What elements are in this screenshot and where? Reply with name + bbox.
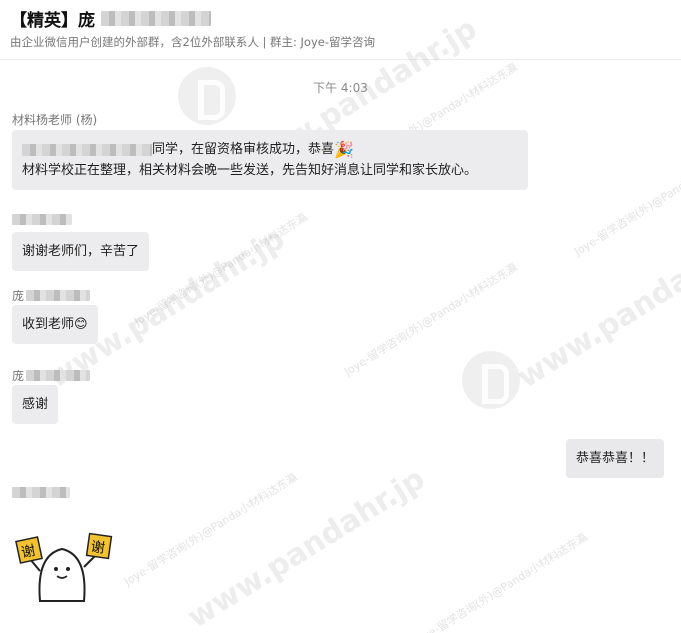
- redacted-name: [12, 487, 70, 498]
- message-text: 收到老师: [22, 317, 75, 332]
- watermark-note: Joye-留学咨询(外)@Panda小材料达东瀛: [572, 140, 681, 259]
- sender-name: 材料杨老师 (杨): [12, 111, 97, 128]
- sender-name: [12, 214, 72, 225]
- redacted-name: [22, 143, 152, 156]
- message-text: 谢谢老师们，辛苦了: [22, 244, 140, 259]
- message-bubble[interactable]: 同学，在留资格审核成功，恭喜🎉 材料学校正在整理，相关材料会晚一些发送，先告知好…: [12, 130, 528, 190]
- sender-name: [12, 487, 70, 498]
- message-bubble[interactable]: 谢谢老师们，辛苦了: [12, 232, 150, 271]
- message-bubble[interactable]: 感谢: [12, 385, 59, 424]
- sticker-text-right: 谢: [90, 539, 106, 557]
- thanks-sticker-graphic: 谢 谢: [15, 532, 113, 602]
- watermark-note: Joye-留学咨询(外)@Panda小材料达东瀛: [412, 530, 590, 633]
- redacted-name: [101, 11, 211, 26]
- thanks-sticker[interactable]: 谢 谢: [10, 531, 114, 607]
- redacted-name: [12, 214, 72, 225]
- watermark-site: www.pandahr.jp: [181, 461, 432, 633]
- message-text: 同学，在留资格审核成功，恭喜: [152, 142, 335, 157]
- sender-name: 庞: [12, 287, 91, 304]
- message-line: 同学，在留资格审核成功，恭喜🎉: [22, 139, 518, 160]
- message-text: 感谢: [22, 397, 49, 412]
- smile-emoji-icon: 😊: [74, 317, 88, 332]
- chat-header: 【精英】庞 由企业微信用户创建的外部群，含2位外部联系人 | 群主: Joye-…: [0, 0, 681, 60]
- party-popper-icon: 🎉: [334, 140, 354, 159]
- group-title[interactable]: 【精英】庞: [10, 6, 95, 31]
- sender-label: 庞: [12, 289, 25, 303]
- watermark-note: Joye-留学咨询(外)@Panda小材料达东瀛: [132, 210, 310, 329]
- group-title-row[interactable]: 【精英】庞: [10, 6, 211, 31]
- watermark-site: www.pandahr.jp: [511, 221, 681, 396]
- watermark-logo-icon: [462, 351, 520, 409]
- watermark-note: Joye-留学咨询(外)@Panda小材料达东瀛: [122, 470, 300, 589]
- redacted-name: [26, 370, 91, 381]
- group-subtitle: 由企业微信用户创建的外部群，含2位外部联系人 | 群主: Joye-留学咨询: [10, 35, 375, 49]
- sender-label: 庞: [12, 369, 25, 383]
- sender-label: 材料杨老师 (杨): [12, 113, 98, 127]
- watermark-logo-icon: [178, 67, 236, 125]
- message-text: 恭喜恭喜！！: [576, 451, 655, 466]
- message-bubble[interactable]: 收到老师😊: [12, 305, 98, 344]
- message-line: 材料学校正在整理，相关材料会晚一些发送，先告知好消息让同学和家长放心。: [22, 163, 478, 178]
- time-divider: 下午 4:03: [313, 81, 368, 95]
- sender-name: 庞: [12, 367, 91, 384]
- redacted-name: [26, 290, 91, 301]
- my-message-bubble[interactable]: 恭喜恭喜！！: [566, 439, 665, 478]
- chat-area[interactable]: www.pandahr.jp www.pandahr.jp www.pandah…: [0, 11, 681, 633]
